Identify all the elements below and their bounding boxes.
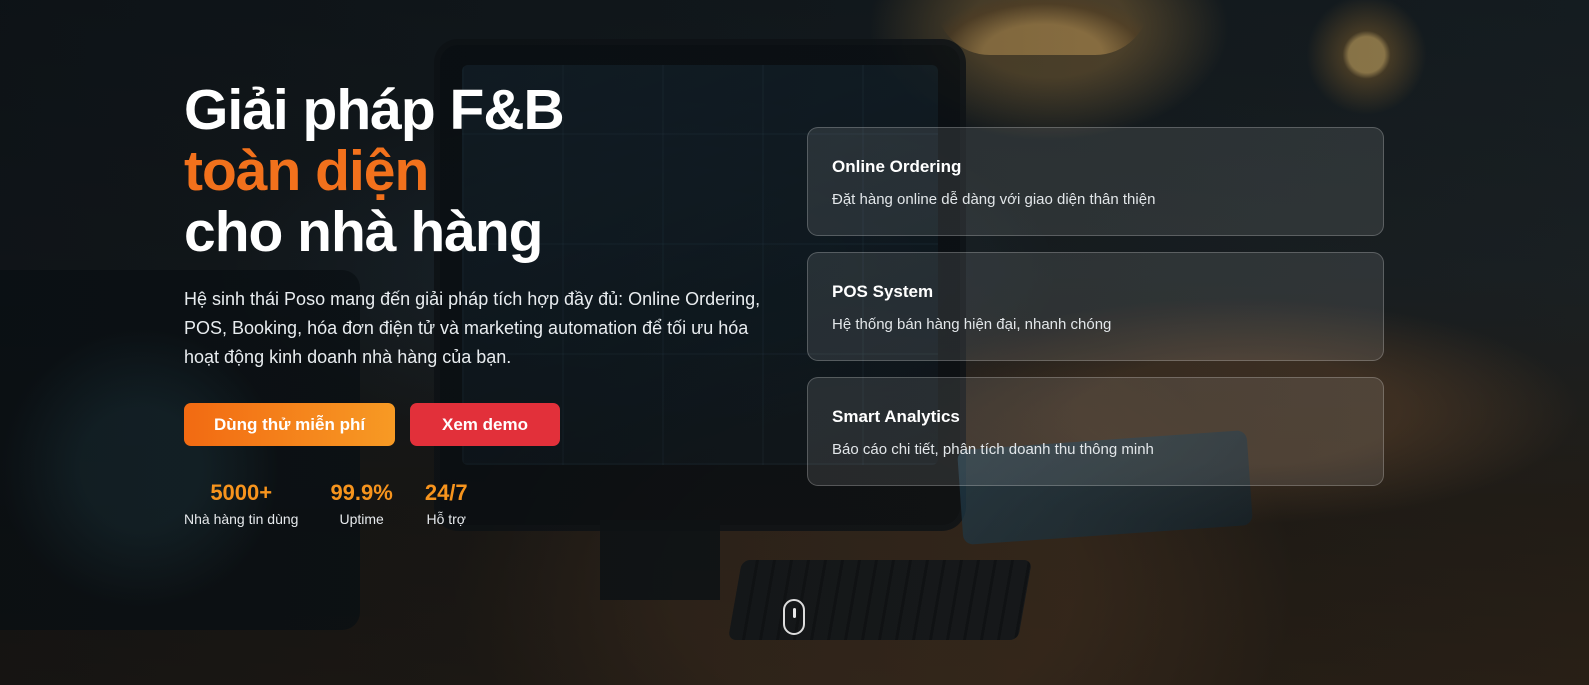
feature-cards: Online Ordering Đặt hàng online dễ dàng … bbox=[807, 127, 1384, 486]
feature-card-description: Báo cáo chi tiết, phân tích doanh thu th… bbox=[832, 441, 1154, 458]
feature-card-online-ordering: Online Ordering Đặt hàng online dễ dàng … bbox=[807, 127, 1384, 236]
hero-section: Giải pháp F&B toàn diện cho nhà hàng Hệ … bbox=[0, 0, 1589, 685]
stat-uptime: 99.9% Uptime bbox=[330, 480, 392, 528]
hero-description: Hệ sinh thái Poso mang đến giải pháp tíc… bbox=[184, 289, 761, 367]
hero-content: Giải pháp F&B toàn diện cho nhà hàng Hệ … bbox=[184, 80, 784, 528]
stat-label: Nhà hàng tin dùng bbox=[184, 511, 299, 527]
view-demo-button[interactable]: Xem demo bbox=[410, 403, 560, 446]
feature-card-pos-system: POS System Hệ thống bán hàng hiện đại, n… bbox=[807, 252, 1384, 361]
feature-card-description: Hệ thống bán hàng hiện đại, nhanh chóng bbox=[832, 316, 1112, 333]
mouse-scroll-icon[interactable] bbox=[783, 599, 805, 635]
feature-card-title: Smart Analytics bbox=[832, 407, 960, 426]
hero-buttons: Dùng thử miễn phí Xem demo bbox=[184, 403, 784, 446]
stat-support: 24/7 Hỗ trợ bbox=[425, 480, 468, 528]
free-trial-button[interactable]: Dùng thử miễn phí bbox=[184, 403, 395, 446]
hero-title-line-1: Giải pháp F&B bbox=[184, 78, 565, 142]
feature-card-smart-analytics: Smart Analytics Báo cáo chi tiết, phân t… bbox=[807, 377, 1384, 486]
stat-label: Uptime bbox=[339, 511, 384, 527]
feature-card-description: Đặt hàng online dễ dàng với giao diện th… bbox=[832, 191, 1156, 208]
hero-title: Giải pháp F&B toàn diện cho nhà hàng bbox=[184, 80, 784, 263]
feature-card-title: POS System bbox=[832, 282, 934, 301]
stat-value: 99.9% bbox=[330, 480, 393, 505]
stat-label: Hỗ trợ bbox=[426, 511, 466, 527]
stat-value: 5000+ bbox=[210, 480, 273, 505]
stats-row: 5000+ Nhà hàng tin dùng 99.9% Uptime 24/… bbox=[184, 480, 784, 528]
stat-restaurants: 5000+ Nhà hàng tin dùng bbox=[184, 480, 298, 528]
hero-title-highlight: toàn diện bbox=[184, 139, 429, 203]
scroll-wheel-dot bbox=[793, 608, 796, 618]
feature-card-title: Online Ordering bbox=[832, 157, 962, 176]
hero-title-line-3: cho nhà hàng bbox=[184, 200, 544, 264]
stat-value: 24/7 bbox=[424, 480, 468, 505]
